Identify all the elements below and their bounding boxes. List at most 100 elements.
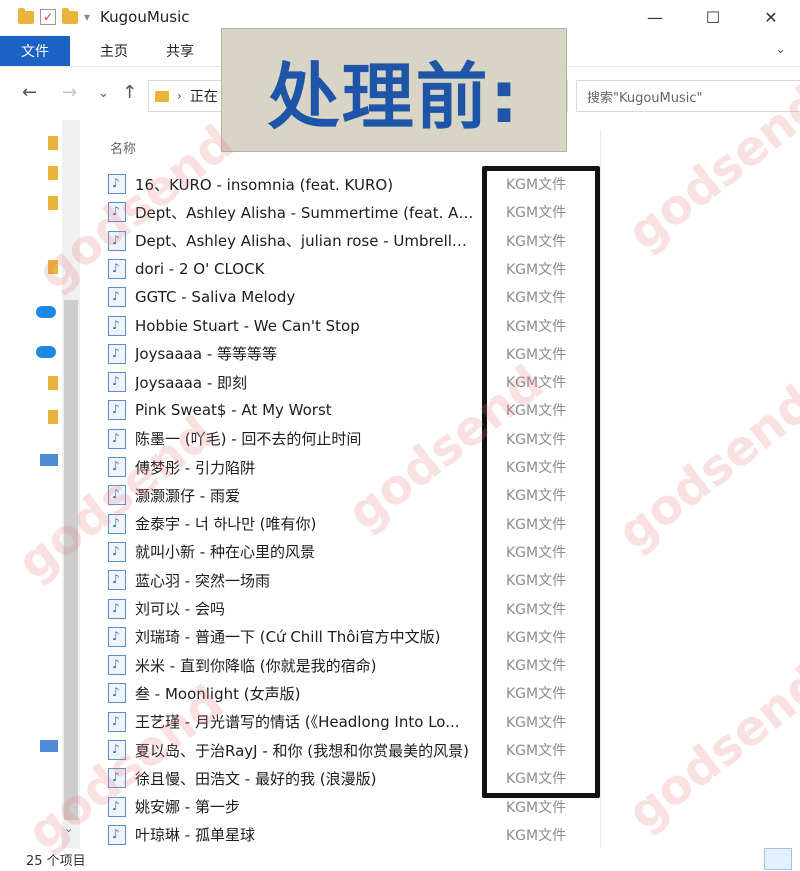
nav-folder-icon[interactable]	[48, 136, 58, 150]
music-file-icon	[108, 343, 126, 364]
file-row[interactable]: dori - 2 O' CLOCKKGM文件	[108, 255, 708, 283]
file-row[interactable]: 刘可以 - 会吗KGM文件	[108, 595, 708, 623]
music-file-icon	[108, 400, 126, 421]
file-name: 徐且慢、田浩文 - 最好的我 (浪漫版)	[135, 769, 377, 788]
file-row[interactable]: Dept、Ashley Alisha、julian rose - Umbrell…	[108, 227, 708, 255]
overlay-banner: 处理前:	[221, 28, 567, 152]
address-path: 正在	[189, 89, 218, 105]
music-file-icon	[108, 598, 126, 619]
folder-icon[interactable]	[18, 7, 34, 24]
overlay-banner-text: 处理前:	[267, 54, 521, 139]
type-column-highlight-box	[482, 166, 600, 798]
file-row[interactable]: GGTC - Saliva MelodyKGM文件	[108, 283, 708, 311]
file-name: 蓝心羽 - 突然一场雨	[135, 571, 270, 590]
music-file-icon	[108, 626, 126, 647]
nav-folder-icon[interactable]	[48, 166, 58, 180]
file-row[interactable]: 姚安娜 - 第一步 KGM文件	[108, 793, 708, 821]
navigation-pane	[0, 120, 62, 850]
search-placeholder: 搜索"KugouMusic"	[587, 90, 703, 106]
file-row[interactable]: 金泰宇 - 너 하나만 (唯有你)KGM文件	[108, 510, 708, 538]
onedrive-icon[interactable]	[36, 346, 56, 358]
file-row[interactable]: 傅梦彤 - 引力陷阱KGM文件	[108, 453, 708, 481]
file-row[interactable]: Joysaaaa - 即刻KGM文件	[108, 368, 708, 396]
file-name: 傅梦彤 - 引力陷阱	[135, 458, 255, 477]
music-file-icon	[108, 202, 126, 223]
file-name: 叶琼琳 - 孤单星球	[135, 826, 255, 845]
back-button[interactable]: ←	[22, 82, 37, 103]
file-name: Dept、Ashley Alisha、julian rose - Umbrell…	[135, 232, 475, 251]
this-pc-icon[interactable]	[40, 454, 58, 466]
column-header-name[interactable]: 名称	[110, 138, 136, 157]
nav-folder-icon[interactable]	[48, 196, 58, 210]
file-name: 王艺瑾 - 月光谱写的情话 (《Headlong Into Lo...	[135, 713, 460, 732]
file-row[interactable]: Joysaaaa - 等等等等KGM文件	[108, 340, 708, 368]
ribbon-expand-chevron-icon[interactable]: ⌄	[775, 42, 786, 57]
search-input[interactable]: 搜索"KugouMusic"	[576, 80, 800, 112]
music-file-icon	[108, 174, 126, 194]
details-view-icon[interactable]	[764, 848, 792, 870]
music-file-icon	[108, 683, 126, 704]
maximize-button[interactable]: ☐	[684, 0, 742, 34]
file-row[interactable]: 夏以岛、于治RayJ - 和你 (我想和你赏最美的风景)KGM文件	[108, 736, 708, 764]
close-button[interactable]: ✕	[742, 0, 800, 34]
item-count: 25 个项目	[26, 854, 86, 869]
file-row[interactable]: 就叫小新 - 种在心里的风景KGM文件	[108, 538, 708, 566]
file-row[interactable]: 16、KURO - insomnia (feat. KURO)KGM文件	[108, 170, 708, 198]
nav-folder-icon[interactable]	[48, 260, 58, 274]
file-type: KGM文件	[506, 799, 567, 816]
file-name: 灏灏灏仔 - 雨爱	[135, 486, 240, 505]
scroll-down-chevron-icon[interactable]: ⌄	[64, 822, 73, 835]
nav-folder-icon[interactable]	[48, 376, 58, 390]
file-type: KGM文件	[506, 827, 567, 844]
file-name: Joysaaaa - 即刻	[135, 373, 248, 392]
music-file-icon	[108, 485, 126, 506]
music-file-icon	[108, 655, 126, 676]
forward-button[interactable]: →	[62, 82, 77, 103]
music-file-icon	[108, 824, 126, 845]
music-file-icon	[108, 740, 126, 760]
file-row[interactable]: 陈墨一 (吖毛) - 回不去的何止时间KGM文件	[108, 425, 708, 453]
tab-home[interactable]: 主页	[92, 41, 136, 61]
file-row[interactable]: 刘瑞琦 - 普通一下 (Cứ Chill Thôi官方中文版)KGM文件	[108, 623, 708, 651]
file-row[interactable]: 叶琼琳 - 孤单星球 KGM文件	[108, 821, 708, 849]
music-file-icon	[108, 541, 126, 562]
file-row[interactable]: 蓝心羽 - 突然一场雨KGM文件	[108, 566, 708, 594]
file-name: 夏以岛、于治RayJ - 和你 (我想和你赏最美的风景)	[135, 741, 470, 760]
folder-icon	[155, 90, 169, 102]
network-icon[interactable]	[40, 740, 58, 752]
customize-toolbar-chevron-icon[interactable]: ▾	[84, 10, 90, 24]
onedrive-icon[interactable]	[36, 306, 56, 318]
minimize-button[interactable]: —	[626, 0, 684, 34]
music-file-icon	[108, 372, 126, 393]
quick-access-toolbar: ✓ ▾	[18, 7, 90, 25]
file-row[interactable]: 王艺瑾 - 月光谱写的情话 (《Headlong Into Lo...KGM文件	[108, 708, 708, 736]
tab-file[interactable]: 文件	[0, 36, 70, 66]
file-row[interactable]: 米米 - 直到你降临 (你就是我的宿命)KGM文件	[108, 651, 708, 679]
file-name: dori - 2 O' CLOCK	[135, 259, 265, 278]
file-row[interactable]: 灏灏灏仔 - 雨爱KGM文件	[108, 481, 708, 509]
status-bar: 25 个项目	[0, 848, 800, 871]
nav-folder-icon[interactable]	[48, 410, 58, 424]
up-button[interactable]: ↑	[122, 82, 137, 103]
file-name: GGTC - Saliva Melody	[135, 288, 296, 307]
properties-check-icon[interactable]: ✓	[40, 9, 56, 25]
music-file-icon	[108, 711, 126, 732]
breadcrumb-chevron-icon[interactable]: ›	[177, 89, 182, 103]
new-folder-icon[interactable]	[62, 7, 78, 24]
file-name: 姚安娜 - 第一步	[135, 798, 240, 817]
file-row[interactable]: Pink Sweat$ - At My WorstKGM文件	[108, 396, 708, 424]
tab-share[interactable]: 共享	[158, 41, 202, 61]
file-row[interactable]: 徐且慢、田浩文 - 最好的我 (浪漫版)KGM文件	[108, 764, 708, 792]
music-file-icon	[108, 570, 126, 591]
file-name: 16、KURO - insomnia (feat. KURO)	[135, 175, 394, 194]
file-name: 米米 - 直到你降临 (你就是我的宿命)	[135, 656, 377, 675]
file-name: Hobbie Stuart - We Can't Stop	[135, 316, 360, 335]
recent-locations-chevron-icon[interactable]: ⌄	[98, 86, 109, 101]
file-name: Joysaaaa - 等等等等	[135, 345, 278, 364]
nav-scrollbar-thumb[interactable]	[64, 300, 78, 820]
file-row[interactable]: Dept、Ashley Alisha - Summertime (feat. A…	[108, 198, 708, 226]
music-file-icon	[108, 258, 126, 279]
file-row[interactable]: Hobbie Stuart - We Can't StopKGM文件	[108, 312, 708, 340]
music-file-icon	[108, 457, 126, 477]
file-row[interactable]: 叁 - Moonlight (女声版)KGM文件	[108, 679, 708, 707]
